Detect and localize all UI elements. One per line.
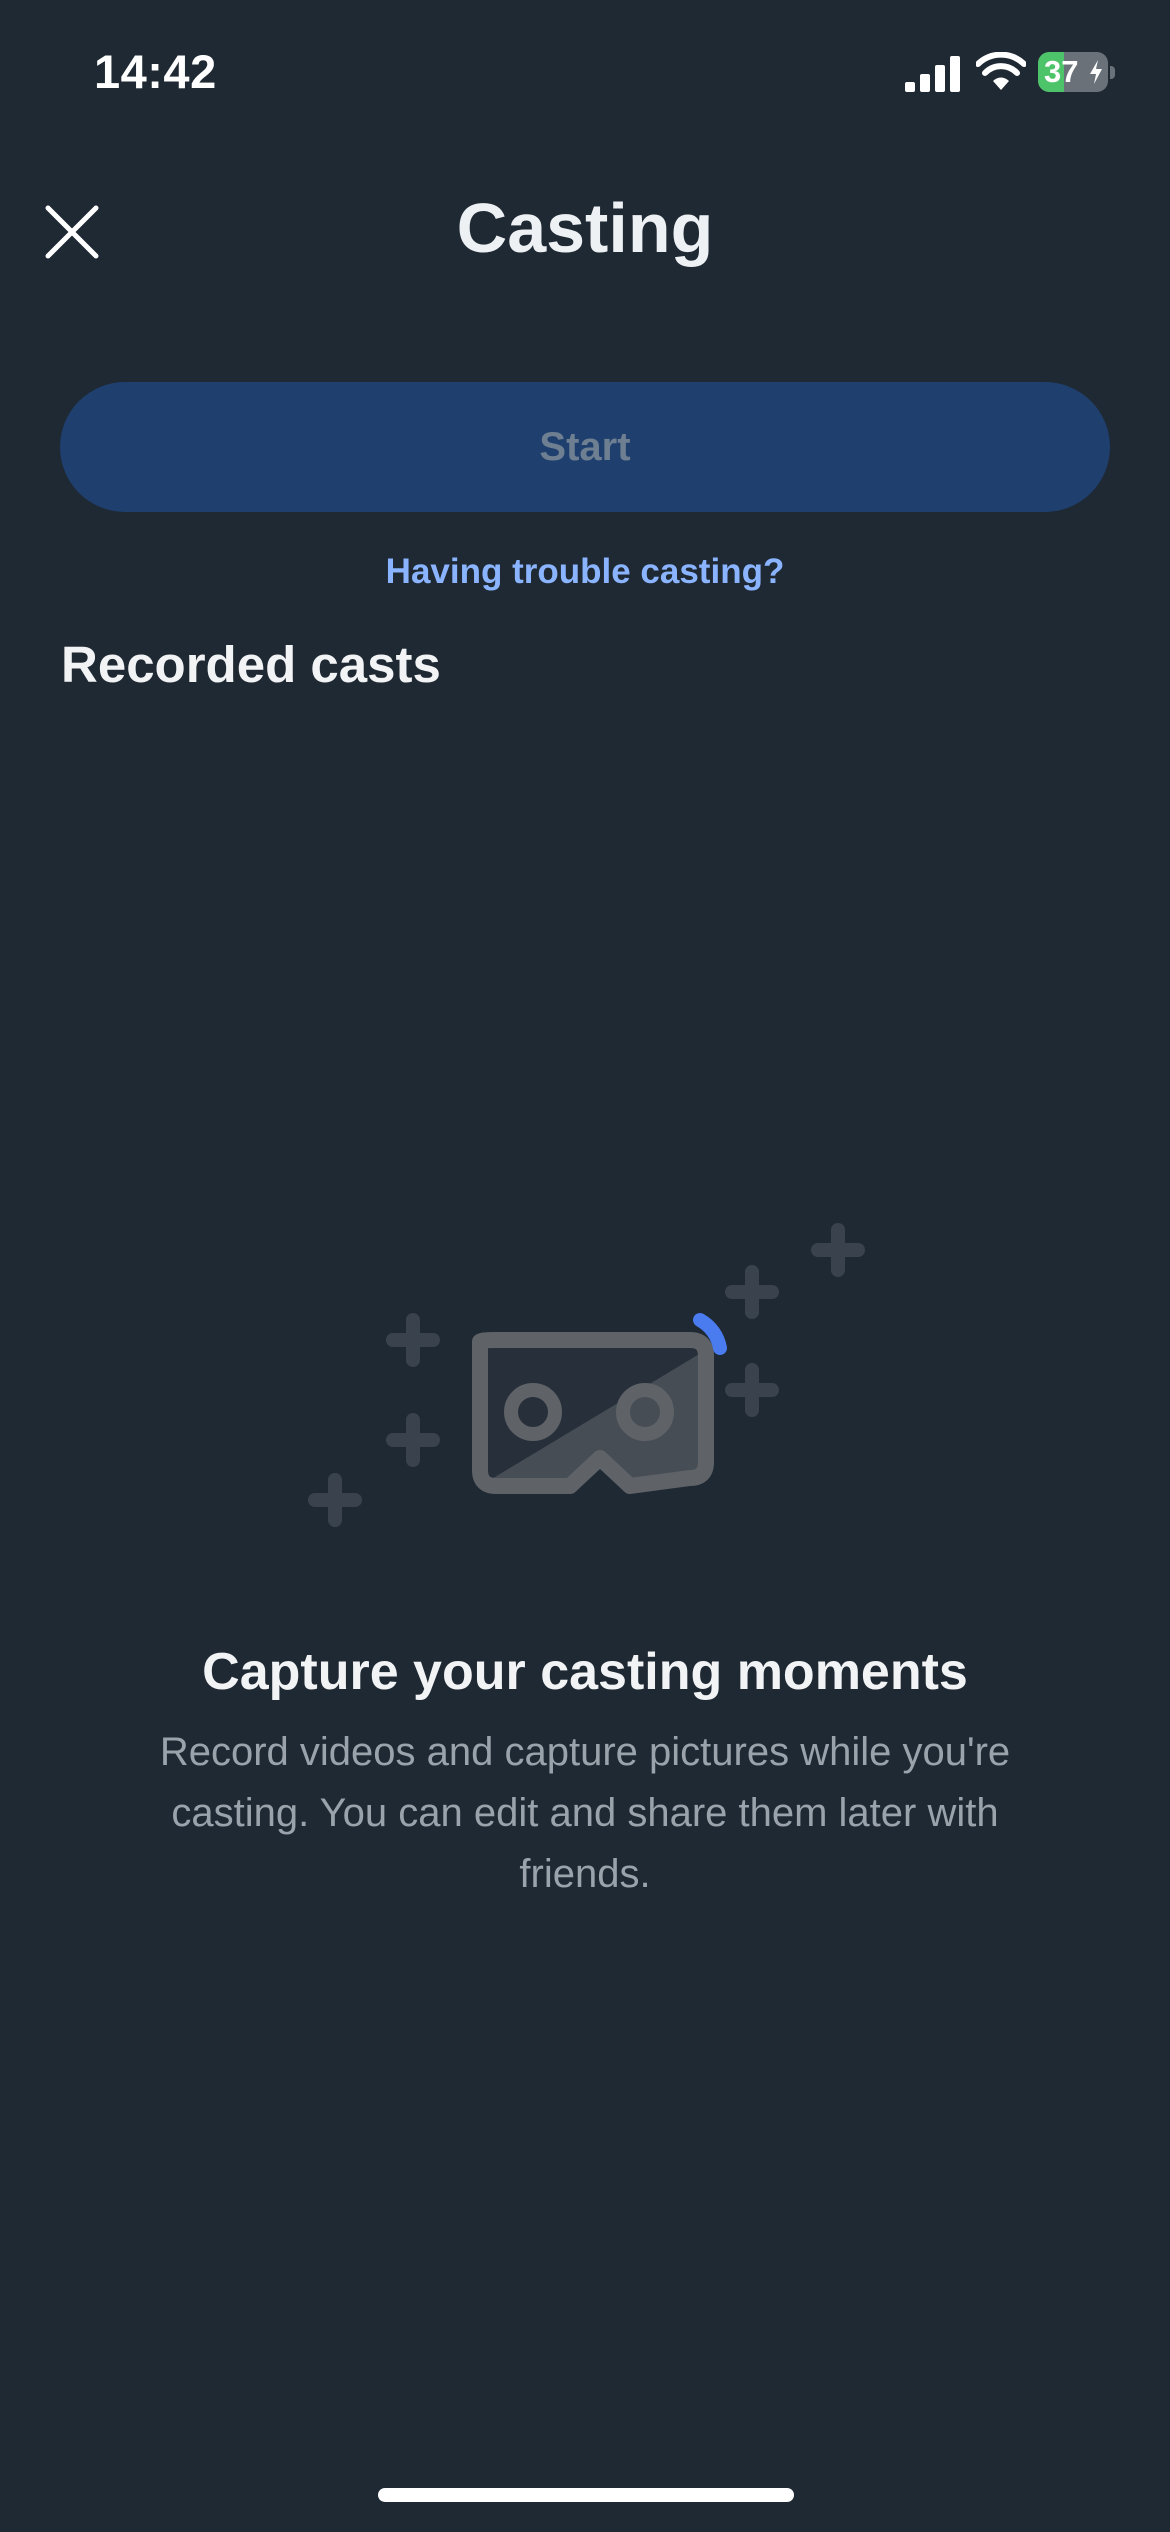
empty-state-title: Capture your casting moments [202,1643,968,1701]
recorded-casts-heading: Recorded casts [61,636,441,693]
page-title: Casting [456,189,714,267]
vr-headset-icon [308,1223,865,1527]
status-bar: 14:42 37 [0,0,1170,150]
empty-state-description: Record videos and capture pictures while… [159,1730,1011,1896]
signal-icon [905,56,960,92]
wifi-icon [976,52,1026,90]
trouble-casting-link[interactable]: Having trouble casting? [0,552,1170,592]
charging-bolt-icon [1090,60,1102,84]
status-time: 14:42 [94,45,217,98]
start-button[interactable]: Start [60,382,1110,512]
battery-level: 37 [1044,54,1079,89]
battery-icon: 37 [1038,52,1116,92]
home-indicator [378,2488,794,2502]
